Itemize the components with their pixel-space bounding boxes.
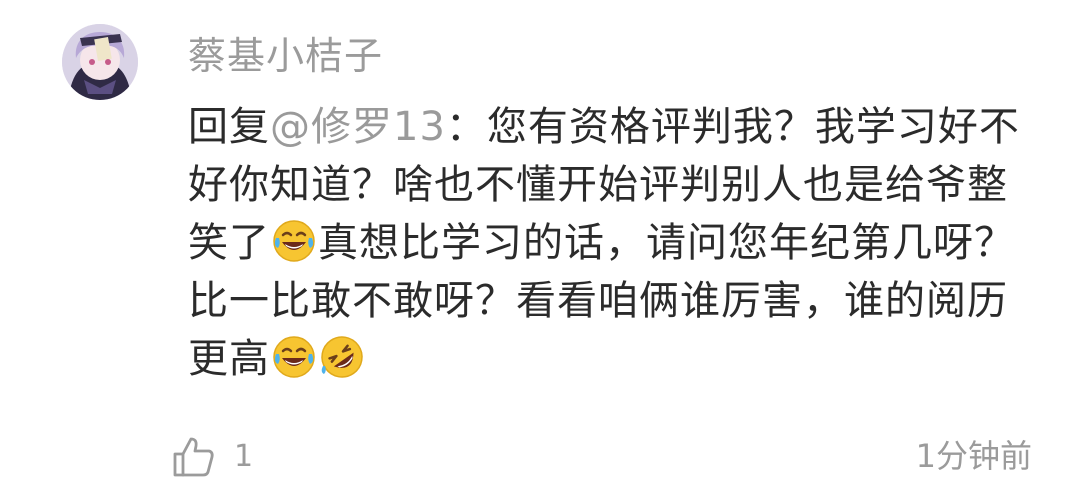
- separator: ：: [445, 104, 487, 150]
- comment-card: 蔡基小桔子 回复@修罗13：您有资格评判我？我学习好不好你知道？啥也不懂开始评判…: [0, 0, 1080, 500]
- mention-link[interactable]: @修罗13: [270, 104, 446, 150]
- avatar-image: [62, 24, 138, 100]
- like-count: 1: [234, 438, 254, 474]
- comment-footer: 1 1分钟前: [170, 430, 1032, 482]
- thumbs-up-outline-icon: [173, 437, 214, 477]
- like-button[interactable]: 1: [170, 430, 253, 482]
- comment-text: 回复@修罗13：您有资格评判我？我学习好不好你知道？啥也不懂开始评判别人也是给爷…: [188, 98, 1048, 388]
- tears-of-joy-emoji-icon: [273, 220, 315, 262]
- username[interactable]: 蔡基小桔子: [188, 30, 383, 82]
- avatar[interactable]: [62, 24, 138, 100]
- rolling-on-floor-laughing-emoji-icon: [321, 336, 363, 378]
- tears-of-joy-emoji-icon-2: [273, 336, 315, 378]
- timestamp: 1分钟前: [915, 437, 1032, 475]
- reply-prefix: 回复: [188, 104, 270, 150]
